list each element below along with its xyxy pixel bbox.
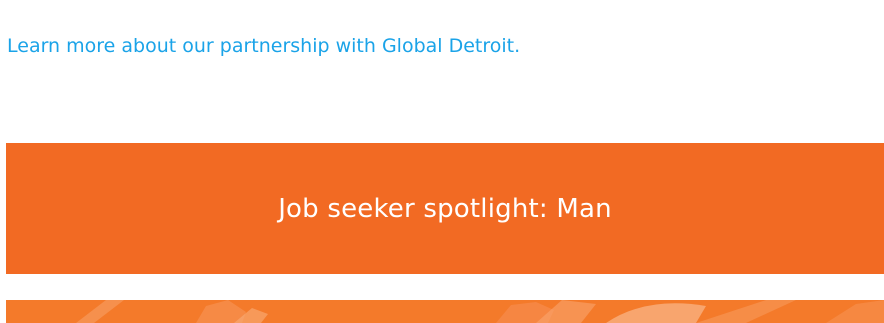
hero-image-graphic bbox=[6, 300, 884, 323]
hero-image bbox=[6, 300, 884, 323]
partnership-link[interactable]: Learn more about our partnership with Gl… bbox=[7, 33, 520, 59]
spotlight-banner: Job seeker spotlight: Man bbox=[6, 143, 884, 274]
spotlight-title: Job seeker spotlight: Man bbox=[278, 193, 612, 224]
